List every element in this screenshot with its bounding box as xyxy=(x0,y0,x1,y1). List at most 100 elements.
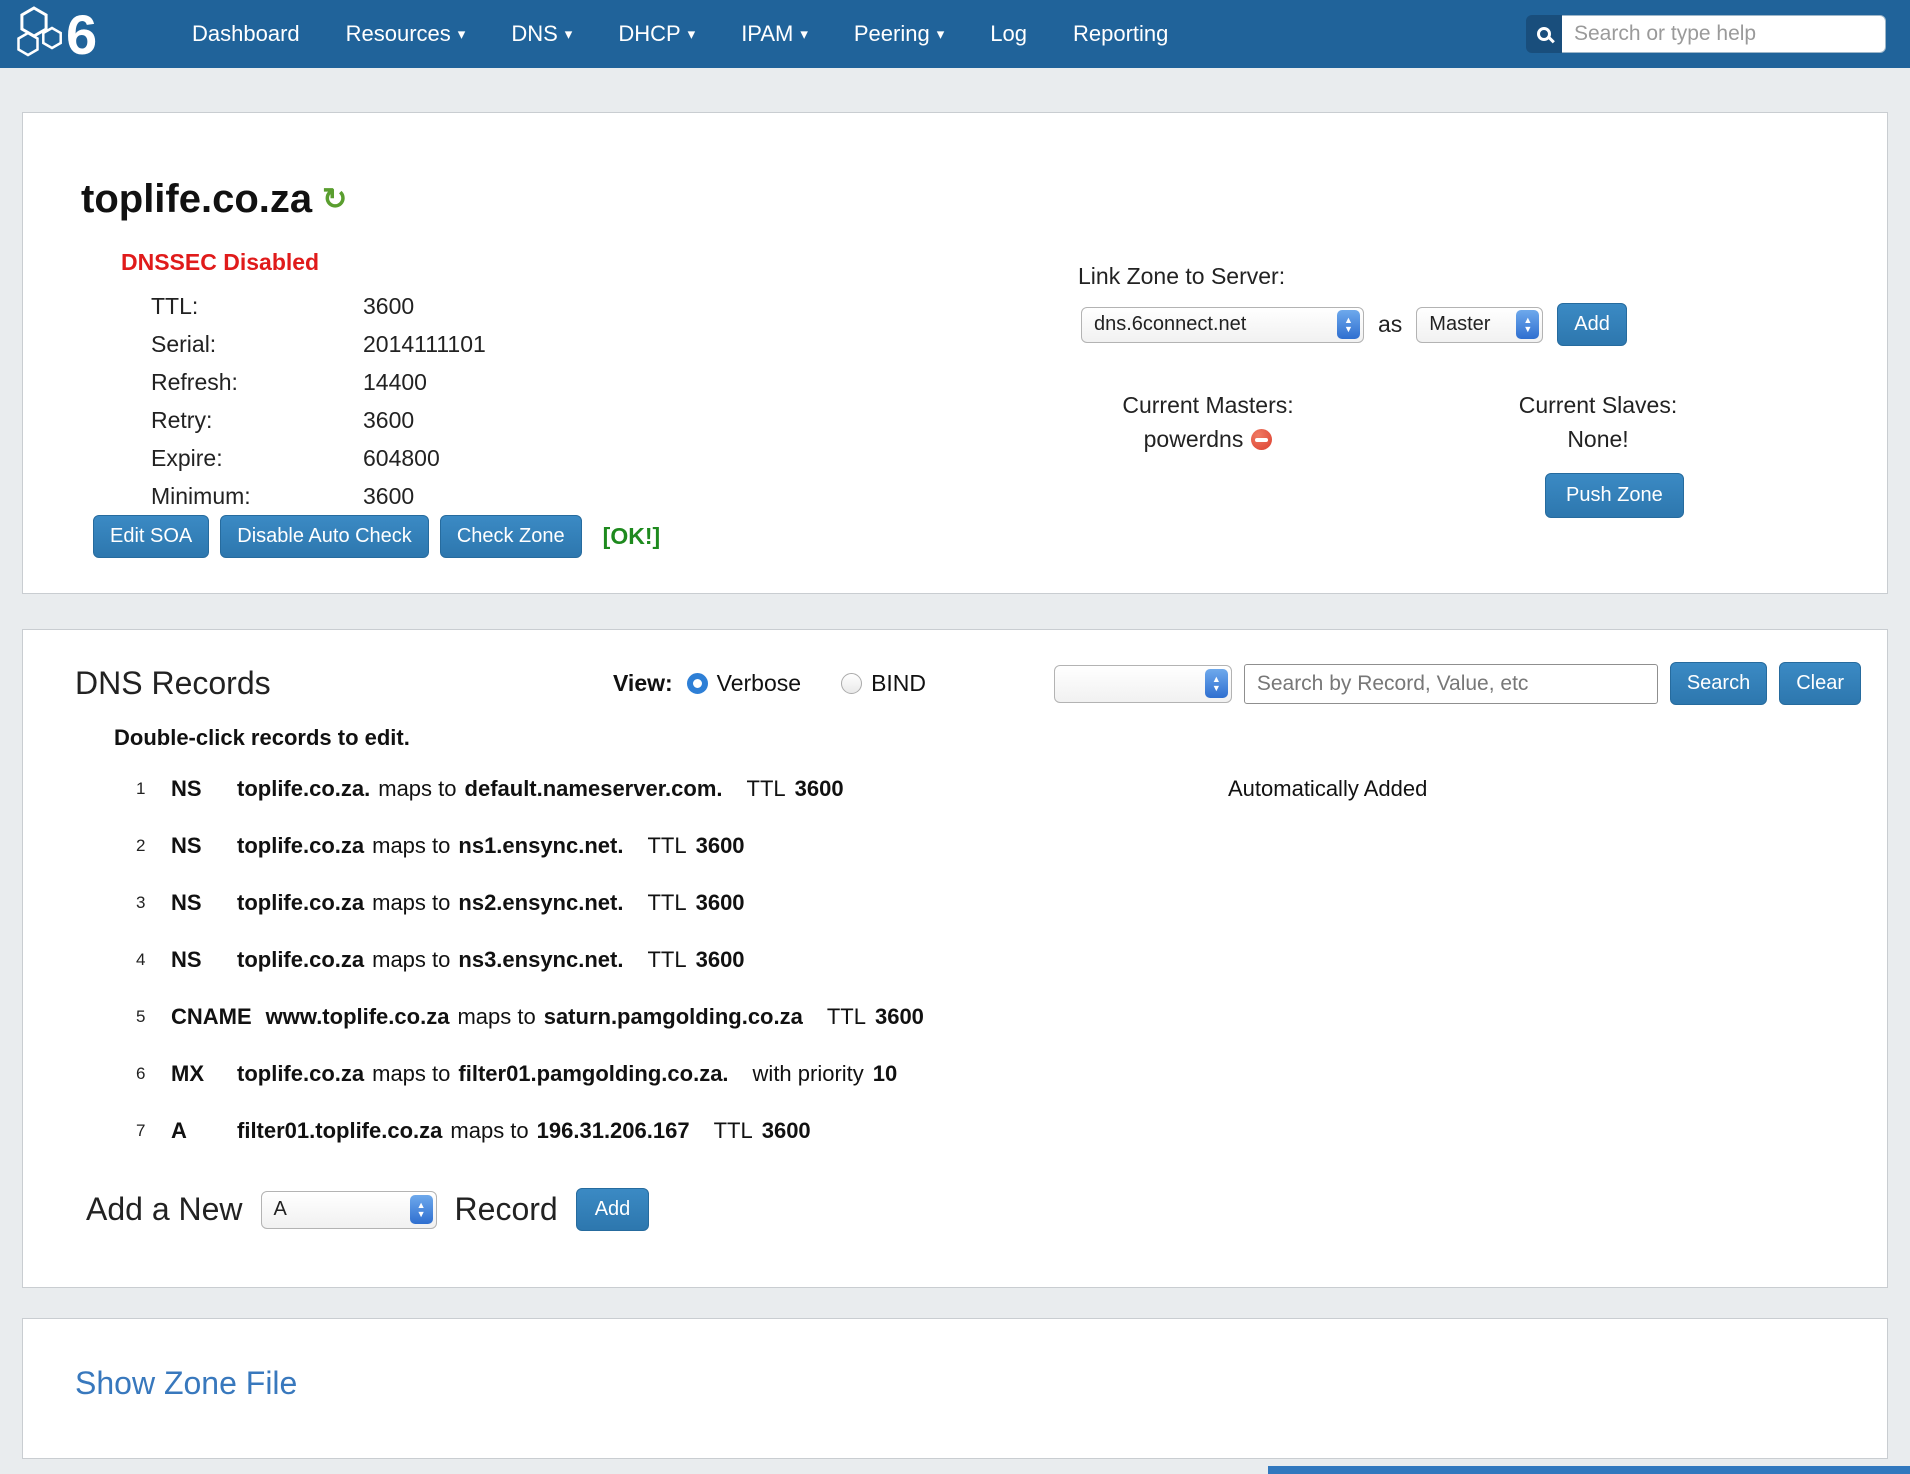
nav-item-label: Reporting xyxy=(1073,21,1168,46)
link-add-button[interactable]: Add xyxy=(1557,303,1627,346)
check-zone-button[interactable]: Check Zone xyxy=(440,515,582,558)
nav-item-label: DNS xyxy=(511,21,557,46)
record-search-input[interactable] xyxy=(1244,664,1658,704)
nav-item[interactable]: Resources▾ xyxy=(346,21,466,47)
nav-item-label: Resources xyxy=(346,21,451,46)
zone-file-panel: Show Zone File xyxy=(22,1318,1888,1459)
current-masters-value: powerdns xyxy=(1144,426,1244,452)
server-select[interactable]: dns.6connect.net xyxy=(1081,307,1364,343)
footer-bar xyxy=(1268,1466,1910,1474)
nav-item-label: DHCP xyxy=(618,21,680,46)
nav-menu: Dashboard▾ Resources▾ DNS▾ DHCP▾ IPAM▾ P… xyxy=(192,21,1168,47)
role-select-value: Master xyxy=(1429,313,1490,336)
show-zone-file-link[interactable]: Show Zone File xyxy=(75,1365,297,1402)
dns-records-panel: DNS Records View: Verbose BIND Search Cl… xyxy=(22,629,1888,1288)
select-stepper-icon xyxy=(1205,669,1228,698)
add-new-suffix: Record xyxy=(455,1191,558,1228)
dns-record-row[interactable]: 4 NS toplife.co.za maps to ns3.ensync.ne… xyxy=(136,931,1857,988)
verbose-radio[interactable] xyxy=(687,673,708,694)
soa-label: Minimum: xyxy=(151,483,363,510)
soa-value: 604800 xyxy=(363,445,440,472)
record-value: 196.31.206.167 xyxy=(537,1118,690,1144)
nav-item[interactable]: Reporting▾ xyxy=(1073,21,1168,47)
chevron-down-icon: ▾ xyxy=(937,25,945,43)
record-type: NS xyxy=(171,833,223,859)
role-select[interactable]: Master xyxy=(1416,307,1543,343)
record-host: www.toplife.co.za xyxy=(266,1004,450,1030)
link-zone-row: dns.6connect.net as Master Add xyxy=(1081,303,1865,346)
record-number: 4 xyxy=(136,950,156,970)
soa-label: Refresh: xyxy=(151,369,363,396)
dns-record-row[interactable]: 2 NS toplife.co.za maps to ns1.ensync.ne… xyxy=(136,817,1857,874)
soa-value: 2014111101 xyxy=(363,331,486,358)
as-label: as xyxy=(1378,311,1402,338)
zone-refresh-icon[interactable]: ↻ xyxy=(322,182,347,217)
soa-row: Refresh: 14400 xyxy=(151,363,486,401)
zone-link-section: Link Zone to Server: dns.6connect.net as… xyxy=(1053,263,1865,518)
record-tail-value: 3600 xyxy=(696,890,745,916)
dns-record-list: 1 NS toplife.co.za. maps to default.name… xyxy=(136,760,1857,1159)
record-filter-select[interactable] xyxy=(1054,665,1232,703)
search-button[interactable]: Search xyxy=(1670,662,1767,705)
bind-radio[interactable] xyxy=(841,673,862,694)
dns-record-row[interactable]: 6 MX toplife.co.za maps to filter01.pamg… xyxy=(136,1045,1857,1102)
global-search-input[interactable] xyxy=(1562,15,1886,53)
current-masters: Current Masters: powerdns xyxy=(1053,392,1363,453)
nav-item[interactable]: IPAM ▾ xyxy=(741,21,808,47)
select-stepper-icon xyxy=(1516,310,1539,339)
logo[interactable]: 6 xyxy=(14,0,144,68)
soa-value: 3600 xyxy=(363,293,414,320)
add-record-button[interactable]: Add xyxy=(576,1188,650,1231)
zone-actions: Edit SOA Disable Auto Check Check Zone [… xyxy=(93,515,660,558)
soa-table: TTL: 3600 Serial: 2014111101 Refresh: 14… xyxy=(151,287,486,515)
nav-item-label: IPAM xyxy=(741,21,793,46)
link-zone-label: Link Zone to Server: xyxy=(1078,263,1865,290)
record-value: ns3.ensync.net. xyxy=(458,947,623,973)
record-connector: maps to xyxy=(372,1061,450,1087)
dnssec-status: DNSSEC Disabled xyxy=(121,249,319,276)
nav-item[interactable]: DNS▾ xyxy=(511,21,572,47)
dns-record-row[interactable]: 5 CNAME www.toplife.co.za maps to saturn… xyxy=(136,988,1857,1045)
soa-value: 14400 xyxy=(363,369,427,396)
logo-text: 6 xyxy=(66,4,97,64)
nav-item[interactable]: Peering ▾ xyxy=(854,21,944,47)
record-number: 2 xyxy=(136,836,156,856)
zone-name: toplife.co.za xyxy=(81,177,312,222)
soa-value: 3600 xyxy=(363,407,414,434)
nav-item[interactable]: DHCP▾ xyxy=(618,21,695,47)
nav-item-label: Log xyxy=(990,21,1027,46)
nav-item-label: Dashboard xyxy=(192,21,300,46)
record-number: 7 xyxy=(136,1121,156,1141)
soa-row: Expire: 604800 xyxy=(151,439,486,477)
dns-record-row[interactable]: 1 NS toplife.co.za. maps to default.name… xyxy=(136,760,1857,817)
soa-label: Retry: xyxy=(151,407,363,434)
nav-item-label: Peering xyxy=(854,21,930,46)
record-type: CNAME xyxy=(171,1004,252,1030)
select-stepper-icon xyxy=(410,1195,433,1224)
remove-master-icon[interactable] xyxy=(1251,429,1272,450)
record-tail-value: 3600 xyxy=(696,833,745,859)
record-tail-label: with priority xyxy=(753,1061,864,1087)
soa-value: 3600 xyxy=(363,483,414,510)
nav-item[interactable]: Log▾ xyxy=(990,21,1027,47)
clear-button[interactable]: Clear xyxy=(1779,662,1861,705)
disable-auto-check-button[interactable]: Disable Auto Check xyxy=(220,515,429,558)
record-value: filter01.pamgolding.co.za. xyxy=(458,1061,728,1087)
bind-radio-label[interactable]: BIND xyxy=(871,670,926,697)
record-tail-label: TTL xyxy=(647,890,686,916)
push-zone-button[interactable]: Push Zone xyxy=(1545,473,1684,518)
chevron-down-icon: ▾ xyxy=(800,25,808,43)
view-label: View: xyxy=(613,670,673,697)
soa-row: Retry: 3600 xyxy=(151,401,486,439)
dns-record-row[interactable]: 7 A filter01.toplife.co.za maps to 196.3… xyxy=(136,1102,1857,1159)
search-icon[interactable] xyxy=(1526,15,1562,53)
record-tail-value: 3600 xyxy=(875,1004,924,1030)
verbose-radio-label[interactable]: Verbose xyxy=(717,670,801,697)
current-slaves-label: Current Slaves: xyxy=(1468,392,1728,419)
dns-record-row[interactable]: 3 NS toplife.co.za maps to ns2.ensync.ne… xyxy=(136,874,1857,931)
nav-item[interactable]: Dashboard▾ xyxy=(192,21,300,47)
edit-soa-button[interactable]: Edit SOA xyxy=(93,515,209,558)
record-type: NS xyxy=(171,890,223,916)
logo-hexagons-icon: 6 xyxy=(14,4,140,64)
record-type-select[interactable]: A xyxy=(261,1191,437,1229)
